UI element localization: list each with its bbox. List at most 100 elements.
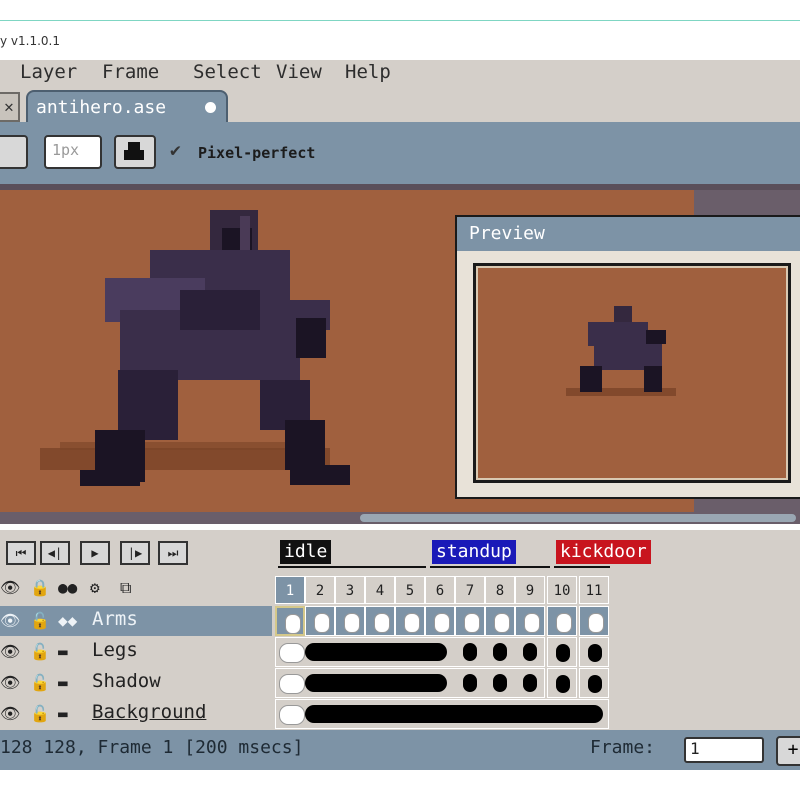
cel[interactable] — [547, 606, 577, 636]
cel[interactable] — [425, 606, 455, 636]
linked-cel-bar[interactable] — [305, 674, 447, 692]
frame-header-11[interactable]: 11 — [579, 576, 609, 604]
menu-help[interactable]: Help — [345, 61, 391, 83]
menu-frame[interactable]: Frame — [102, 61, 159, 83]
continuous-icon[interactable]: ▬ — [58, 704, 68, 723]
ink-button[interactable] — [114, 135, 156, 169]
unsaved-dot-icon — [205, 102, 216, 113]
preview-sprite — [566, 306, 676, 396]
cel[interactable] — [579, 668, 609, 698]
cel[interactable] — [275, 606, 305, 636]
menu-layer[interactable]: Layer — [20, 61, 77, 83]
close-tab-button[interactable]: ✕ — [0, 92, 20, 122]
window-bottom — [0, 770, 800, 800]
lock-icon[interactable]: 🔓 — [30, 704, 50, 723]
cel[interactable] — [579, 637, 609, 667]
next-frame-button[interactable]: |▶ — [120, 541, 150, 565]
layer-row-legs[interactable]: 👁 🔓 ▬ Legs — [0, 637, 272, 667]
cel[interactable] — [547, 668, 577, 698]
status-text: 128 128, Frame 1 [200 msecs] — [0, 737, 304, 758]
frame-header-3[interactable]: 3 — [335, 576, 365, 604]
gear-icon[interactable]: ⚙ — [90, 578, 100, 597]
frame-header-5[interactable]: 5 — [395, 576, 425, 604]
brush-size-field[interactable]: 1px — [44, 135, 102, 169]
cel[interactable] — [485, 637, 515, 667]
cel[interactable] — [547, 637, 577, 667]
continuous-header-icon[interactable]: ●● — [58, 578, 77, 597]
eye-icon[interactable]: 👁 — [0, 673, 20, 692]
linked-cel-start[interactable] — [279, 674, 305, 694]
lock-icon[interactable]: 🔓 — [30, 611, 50, 630]
last-frame-button[interactable]: ⏭ — [158, 541, 188, 565]
cel[interactable] — [455, 637, 485, 667]
linked-cel-bar[interactable] — [305, 643, 447, 661]
play-button[interactable]: ▶ — [80, 541, 110, 565]
linked-cel-start[interactable] — [279, 643, 305, 663]
cel[interactable] — [485, 668, 515, 698]
brush-type-button[interactable] — [0, 135, 28, 169]
tag-standup[interactable]: standup — [432, 540, 516, 564]
preview-canvas — [473, 263, 791, 483]
tag-idle[interactable]: idle — [280, 540, 332, 564]
brush-size-value: 1px — [52, 141, 80, 159]
eye-icon[interactable]: 👁 — [0, 611, 20, 630]
lock-header-icon[interactable]: 🔒 — [30, 578, 50, 597]
preview-window[interactable]: Preview — [455, 215, 800, 499]
title-bar-accent — [0, 20, 800, 21]
first-frame-button[interactable]: ⏮ — [6, 541, 36, 565]
frame-header-2[interactable]: 2 — [305, 576, 335, 604]
cel[interactable] — [515, 637, 545, 667]
continuous-icon[interactable]: ▬ — [58, 642, 68, 661]
layer-row-background[interactable]: 👁 🔓 ▬ Background — [0, 699, 272, 729]
prev-frame-button[interactable]: ◀| — [40, 541, 70, 565]
continuous-icon[interactable]: ▬ — [58, 673, 68, 692]
timeline-empty-area — [610, 576, 800, 730]
window-title: y v1.1.0.1 — [0, 34, 60, 48]
frame-header-7[interactable]: 7 — [455, 576, 485, 604]
canvas-hscroll-thumb[interactable] — [360, 514, 796, 522]
frame-header-4[interactable]: 4 — [365, 576, 395, 604]
new-frame-button[interactable]: + — [776, 736, 800, 766]
preview-title: Preview — [469, 223, 545, 244]
frame-input[interactable]: 1 — [684, 737, 764, 763]
tab-label: antihero.ase — [36, 97, 167, 118]
cel[interactable] — [305, 606, 335, 636]
continuous-icon[interactable]: ◆◆ — [58, 611, 77, 630]
cel[interactable] — [515, 606, 545, 636]
frame-header-9[interactable]: 9 — [515, 576, 545, 604]
cel[interactable] — [455, 668, 485, 698]
frame-header-8[interactable]: 8 — [485, 576, 515, 604]
title-bar: y v1.1.0.1 — [0, 0, 800, 60]
eye-icon[interactable]: 👁 — [0, 642, 20, 661]
lock-icon[interactable]: 🔓 — [30, 673, 50, 692]
tab-antihero[interactable]: antihero.ase — [26, 90, 228, 124]
layer-name: Shadow — [92, 670, 161, 692]
frame-header-1[interactable]: 1 — [275, 576, 305, 604]
pixel-perfect-label: Pixel-perfect — [198, 144, 316, 162]
menu-select[interactable]: Select — [193, 61, 262, 83]
cel[interactable] — [395, 606, 425, 636]
layer-row-shadow[interactable]: 👁 🔓 ▬ Shadow — [0, 668, 272, 698]
layer-name: Legs — [92, 639, 138, 661]
onion-skin-icon[interactable]: ⧉ — [120, 578, 131, 598]
linked-cel-bar[interactable] — [305, 705, 603, 723]
linked-cel-start[interactable] — [279, 705, 305, 725]
pixel-perfect-checkbox[interactable]: ✔ — [170, 140, 181, 161]
tag-idle-span — [278, 566, 426, 568]
layer-row-arms[interactable]: 👁 🔓 ◆◆ Arms — [0, 606, 272, 636]
menu-view[interactable]: View — [276, 61, 322, 83]
cel[interactable] — [365, 606, 395, 636]
frame-header-6[interactable]: 6 — [425, 576, 455, 604]
cel[interactable] — [455, 606, 485, 636]
lock-icon[interactable]: 🔓 — [30, 642, 50, 661]
tag-kickdoor[interactable]: kickdoor — [556, 540, 651, 564]
cel[interactable] — [579, 606, 609, 636]
preview-title-bar[interactable]: Preview — [457, 217, 800, 251]
cel[interactable] — [335, 606, 365, 636]
visibility-header-eye-icon[interactable]: 👁 — [0, 578, 20, 597]
eye-icon[interactable]: 👁 — [0, 704, 20, 723]
cel[interactable] — [515, 668, 545, 698]
frame-header-10[interactable]: 10 — [547, 576, 577, 604]
tag-kickdoor-span — [554, 566, 610, 568]
cel[interactable] — [485, 606, 515, 636]
